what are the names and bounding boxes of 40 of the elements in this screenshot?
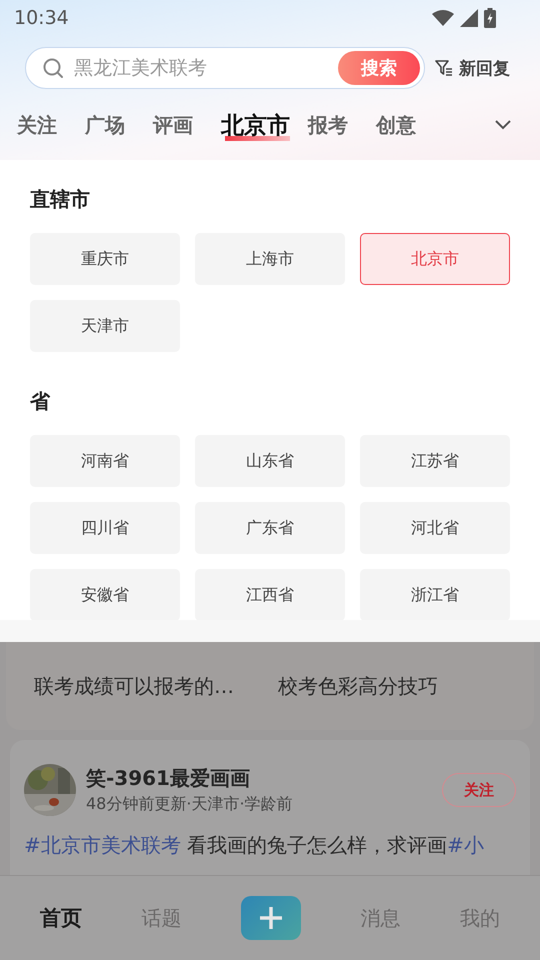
filter-icon xyxy=(435,60,453,76)
author-name: 笑-3961最爱画画 xyxy=(86,765,251,792)
region-option[interactable]: 四川省 xyxy=(30,502,180,554)
category-tab[interactable]: 广场 xyxy=(85,109,125,141)
hashtag-link[interactable]: #北京市美术联考 xyxy=(24,833,181,857)
region-option[interactable]: 浙江省 xyxy=(360,569,510,620)
region-option[interactable]: 北京市 xyxy=(360,233,510,285)
signal-icon xyxy=(460,9,478,27)
post-text: 看我画的兔子怎么样，求评画 xyxy=(186,833,448,857)
region-option[interactable]: 上海市 xyxy=(195,233,345,285)
category-tab[interactable]: 报考 xyxy=(308,109,348,141)
wifi-icon xyxy=(432,10,454,26)
search-button[interactable]: 搜索 xyxy=(338,51,420,85)
region-option[interactable]: 江苏省 xyxy=(360,435,510,487)
topic-link[interactable]: 校考色彩高分技巧 xyxy=(278,672,438,700)
category-tab[interactable]: 评画 xyxy=(153,109,193,141)
search-icon xyxy=(42,57,64,79)
plus-icon xyxy=(258,906,283,930)
region-option[interactable]: 广东省 xyxy=(195,502,345,554)
section-title: 省 xyxy=(30,388,52,415)
category-tab[interactable]: 创意 xyxy=(376,109,416,141)
region-option[interactable]: 天津市 xyxy=(30,300,180,352)
chevron-down-icon[interactable] xyxy=(494,119,512,131)
region-option[interactable]: 江西省 xyxy=(195,569,345,620)
status-time: 10:34 xyxy=(14,7,69,29)
search-field[interactable]: 黑龙江美术联考 搜索 xyxy=(25,47,425,89)
region-option[interactable]: 重庆市 xyxy=(30,233,180,285)
region-option[interactable]: 河南省 xyxy=(30,435,180,487)
nav-tab[interactable]: 首页 xyxy=(40,904,82,932)
new-reply-filter[interactable]: 新回复 xyxy=(435,56,510,80)
add-button[interactable] xyxy=(240,896,301,940)
category-tab[interactable]: 关注 xyxy=(17,109,57,141)
battery-icon xyxy=(484,8,496,28)
post-meta: 48分钟前更新·天津市·学龄前 xyxy=(86,794,294,815)
topic-link[interactable]: 联考成绩可以报考的… xyxy=(34,672,234,700)
region-option[interactable]: 安徽省 xyxy=(30,569,180,620)
section-title: 直辖市 xyxy=(30,186,91,213)
hashtag-link[interactable]: #小 xyxy=(447,833,484,857)
region-option[interactable]: 山东省 xyxy=(195,435,345,487)
region-option[interactable]: 河北省 xyxy=(360,502,510,554)
